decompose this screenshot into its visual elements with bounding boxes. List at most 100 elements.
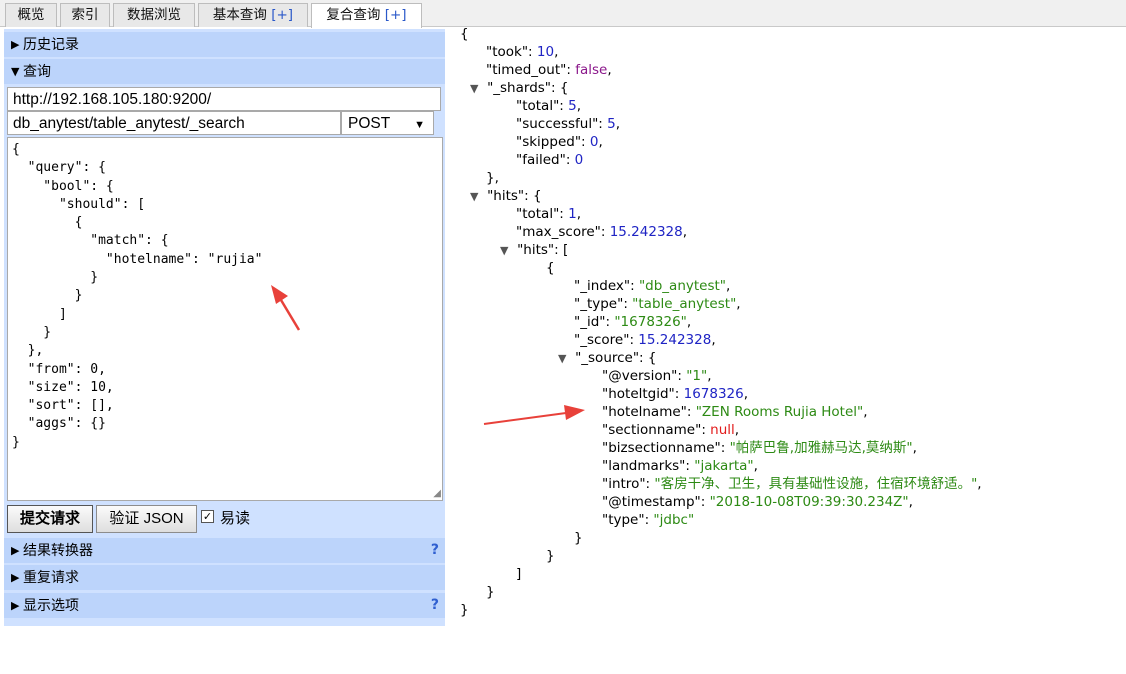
json-line: }: [456, 601, 1116, 619]
json-punct: ,: [554, 44, 559, 60]
json-line: "total": 5,: [456, 97, 1116, 115]
json-key: "_shards":: [487, 80, 560, 96]
json-key: "max_score":: [516, 224, 610, 240]
collapse-toggle-icon[interactable]: ▼: [558, 352, 566, 365]
json-key: "_index":: [574, 278, 639, 294]
json-line: "skipped": 0,: [456, 133, 1116, 151]
json-line: ▼ "hits": {: [456, 187, 1116, 205]
json-line: ▼ "_shards": {: [456, 79, 1116, 97]
json-value: false: [575, 62, 608, 78]
json-key: "hits":: [487, 188, 533, 204]
json-punct: ,: [576, 206, 582, 222]
json-line: "type": "jdbc": [456, 511, 1116, 529]
json-key: "timed_out":: [486, 62, 576, 78]
json-value: 15.242328: [638, 332, 712, 348]
json-key: "@timestamp":: [602, 494, 710, 510]
json-key: "landmarks":: [602, 458, 695, 474]
json-line: "failed": 0: [456, 151, 1116, 169]
json-punct: }: [574, 530, 583, 546]
json-key: "failed":: [516, 152, 575, 168]
json-value: "jakarta": [694, 458, 754, 474]
json-line: "total": 1,: [456, 205, 1116, 223]
json-line: "timed_out": false,: [456, 61, 1116, 79]
json-line: }: [456, 529, 1116, 547]
json-line: {: [456, 259, 1116, 277]
collapse-toggle-icon[interactable]: ▼: [470, 190, 478, 203]
json-result-view: {"took": 10, "timed_out": false, ▼ "_shard…: [456, 25, 1116, 625]
json-punct: }: [460, 602, 469, 618]
json-line: "_index": "db_anytest",: [456, 277, 1116, 295]
annotation-arrow-query: [271, 285, 301, 331]
json-line: "landmarks": "jakarta",: [456, 457, 1116, 475]
json-punct: {: [546, 260, 555, 276]
json-punct: {: [460, 26, 469, 42]
json-line: "sectionname": null,: [456, 421, 1116, 439]
json-value: 0: [574, 152, 584, 168]
json-key: "_type":: [574, 296, 633, 312]
json-key: "intro":: [602, 476, 655, 492]
json-key: "_score":: [574, 332, 639, 348]
json-value: "客房干净、卫生，具有基础性设施，住宿环境舒适。": [654, 476, 978, 492]
json-line: "@timestamp": "2018-10-08T09:39:30.234Z"…: [456, 493, 1116, 511]
collapse-toggle-icon[interactable]: ▼: [500, 244, 508, 257]
json-punct: [: [562, 242, 569, 258]
json-key: "bizsectionname":: [602, 440, 730, 456]
json-value: null: [710, 422, 735, 438]
json-punct: {: [532, 188, 542, 204]
json-punct: {: [647, 350, 657, 366]
json-line: {: [456, 25, 1116, 43]
json-punct: ,: [753, 458, 758, 474]
json-line: ]: [456, 565, 1116, 583]
json-punct: ,: [736, 296, 741, 312]
json-punct: ,: [743, 386, 749, 402]
json-line: "took": 10,: [456, 43, 1116, 61]
json-key: "type":: [602, 512, 654, 528]
json-value: "ZEN Rooms Rujia Hotel": [695, 404, 864, 420]
json-line: ▼ "hits": [: [456, 241, 1116, 259]
json-punct: ,: [607, 62, 612, 78]
json-value: "jdbc": [653, 512, 695, 528]
collapse-toggle-icon[interactable]: ▼: [470, 82, 478, 95]
json-line: "successful": 5,: [456, 115, 1116, 133]
json-key: "took":: [486, 44, 537, 60]
json-punct: ,: [726, 278, 731, 294]
json-line: "@version": "1",: [456, 367, 1116, 385]
json-key: "total":: [516, 206, 569, 222]
json-punct: {: [559, 80, 569, 96]
json-value: "db_anytest": [638, 278, 727, 294]
json-value: "1": [686, 368, 708, 384]
json-punct: ]: [516, 566, 522, 582]
json-punct: ,: [682, 224, 688, 240]
json-key: "@version":: [602, 368, 687, 384]
json-line: "bizsectionname": "帕萨巴鲁,加雅赫马达,莫纳斯",: [456, 439, 1116, 457]
json-line: ▼ "_source": {: [456, 349, 1116, 367]
json-punct: ,: [711, 332, 716, 348]
json-punct: ,: [686, 314, 692, 330]
json-punct: ,: [615, 116, 621, 132]
json-punct: }: [546, 548, 555, 564]
json-value: 1678326: [683, 386, 744, 402]
json-value: 10: [536, 44, 555, 60]
json-value: 1: [568, 206, 577, 222]
json-line: "hoteltgid": 1678326,: [456, 385, 1116, 403]
json-value: 5: [607, 116, 616, 132]
json-value: "帕萨巴鲁,加雅赫马达,莫纳斯": [729, 440, 913, 456]
json-punct: ,: [908, 494, 913, 510]
json-line: "_score": 15.242328,: [456, 331, 1116, 349]
json-key: "hoteltgid":: [602, 386, 684, 402]
json-value: 15.242328: [609, 224, 683, 240]
json-value: "2018-10-08T09:39:30.234Z": [709, 494, 909, 510]
json-line: "intro": "客房干净、卫生，具有基础性设施，住宿环境舒适。",: [456, 475, 1116, 493]
json-value: 5: [568, 98, 577, 114]
json-punct: }: [486, 584, 495, 600]
json-punct: ,: [863, 404, 868, 420]
json-line: "max_score": 15.242328,: [456, 223, 1116, 241]
json-key: "total":: [516, 98, 569, 114]
json-punct: },: [486, 170, 499, 186]
json-punct: ,: [576, 98, 582, 114]
json-punct: ,: [734, 422, 740, 438]
json-key: "hotelname":: [602, 404, 696, 420]
json-line: "hotelname": "ZEN Rooms Rujia Hotel",: [456, 403, 1116, 421]
json-key: "hits":: [517, 242, 563, 258]
json-value: "1678326": [614, 314, 687, 330]
